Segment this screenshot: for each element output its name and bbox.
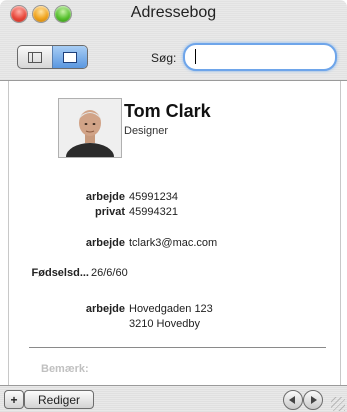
address-book-window: Adressebog Søg: Tom Clark Designer arbej…	[0, 0, 347, 412]
add-contact-button[interactable]: +	[4, 390, 24, 409]
phone-value-work[interactable]: 45991234	[129, 191, 178, 203]
birthday-value: 26/6/60	[91, 267, 128, 279]
contact-job-title: Designer	[124, 125, 169, 137]
window-title: Adressebog	[130, 4, 217, 21]
phone-label-home[interactable]: privat	[15, 206, 125, 218]
columns-view-icon	[28, 51, 42, 63]
triangle-right-icon	[311, 396, 317, 404]
title-toolbar: Adressebog Søg:	[0, 0, 347, 81]
triangle-left-icon	[289, 396, 295, 404]
search-label: Søg:	[151, 51, 177, 65]
phone-value-home[interactable]: 45994321	[129, 206, 178, 218]
address-line-1[interactable]: Hovedgaden 123	[129, 303, 213, 315]
previous-card-button[interactable]	[283, 390, 303, 410]
edit-button[interactable]: Rediger	[24, 390, 94, 409]
birthday-label: Fødselsd...	[31, 267, 89, 279]
email-label[interactable]: arbejde	[15, 237, 125, 249]
contact-photo[interactable]	[58, 98, 122, 158]
person-photo-icon	[59, 99, 121, 157]
resize-grip[interactable]	[331, 397, 345, 411]
next-card-button[interactable]	[303, 390, 323, 410]
address-label[interactable]: arbejde	[15, 303, 125, 315]
email-value[interactable]: tclark3@mac.com	[129, 237, 217, 249]
phone-label-work[interactable]: arbejde	[15, 191, 125, 203]
card-view-icon	[63, 51, 77, 63]
view-card-only-button[interactable]	[52, 46, 87, 68]
search-input[interactable]	[183, 43, 337, 71]
contact-card: Tom Clark Designer arbejde 45991234 priv…	[8, 81, 341, 385]
bottom-toolbar: + Rediger	[0, 385, 347, 412]
view-toggle[interactable]	[17, 45, 88, 69]
text-caret	[195, 49, 196, 64]
note-label[interactable]: Bemærk:	[41, 363, 89, 375]
view-card-and-columns-button[interactable]	[18, 46, 52, 68]
contact-name: Tom Clark	[124, 101, 211, 121]
address-line-2[interactable]: 3210 Hovedby	[129, 318, 200, 330]
note-divider	[29, 347, 326, 348]
